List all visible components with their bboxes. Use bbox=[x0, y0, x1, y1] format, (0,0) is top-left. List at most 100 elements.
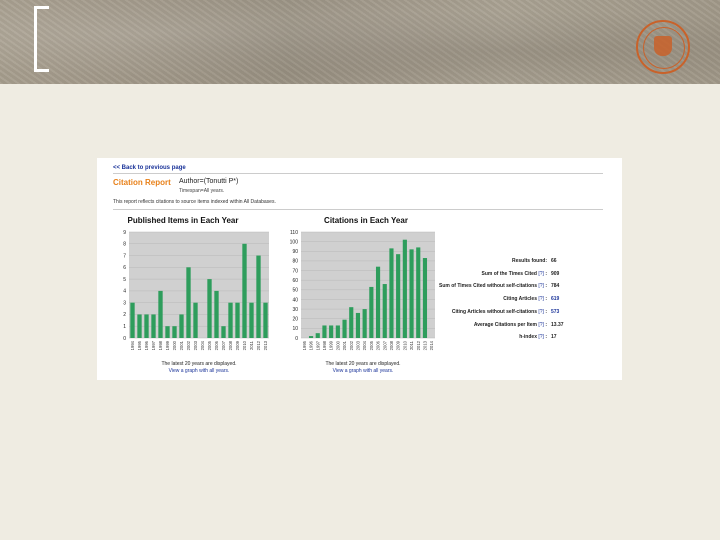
stat-value: 909 bbox=[551, 270, 560, 277]
y-tick-label: 100 bbox=[290, 239, 299, 245]
bar-2013 bbox=[263, 302, 268, 338]
x-tick-label: 2013 bbox=[263, 340, 268, 350]
x-tick-label: 2011 bbox=[409, 340, 414, 350]
y-tick-label: 110 bbox=[290, 230, 298, 236]
stat-row: Sum of Times Cited without self-citation… bbox=[427, 283, 617, 293]
y-tick-label: 50 bbox=[292, 288, 298, 294]
stat-row: Average Citations per Item [?] :13.37 bbox=[427, 322, 617, 332]
stat-label: h-index [?] : bbox=[519, 334, 547, 340]
stat-label: Results found: bbox=[512, 258, 547, 264]
bar-2009 bbox=[235, 302, 240, 338]
bar-1994 bbox=[130, 302, 135, 338]
help-link[interactable]: [?] bbox=[537, 334, 544, 340]
bar-1995 bbox=[137, 314, 142, 338]
help-link[interactable]: [?] bbox=[537, 283, 544, 289]
y-tick-label: 3 bbox=[123, 300, 126, 306]
bar-2001 bbox=[342, 319, 347, 338]
bar-2001 bbox=[179, 314, 184, 338]
x-tick-label: 2000 bbox=[335, 340, 340, 350]
bar-1999 bbox=[329, 325, 334, 338]
y-tick-label: 0 bbox=[295, 336, 298, 342]
help-link[interactable]: [?] bbox=[537, 271, 544, 277]
x-tick-label: 2010 bbox=[242, 340, 247, 350]
y-tick-label: 20 bbox=[292, 317, 298, 323]
bar-2012 bbox=[416, 247, 421, 338]
citation-report-panel: << Back to previous page Citation Report… bbox=[97, 158, 622, 380]
x-tick-label: 1998 bbox=[158, 340, 163, 350]
bar-2000 bbox=[172, 326, 177, 338]
back-link[interactable]: << Back to previous page bbox=[113, 165, 186, 171]
x-tick-label: 2012 bbox=[256, 340, 261, 350]
stat-label-text: Sum of the Times Cited bbox=[481, 270, 537, 277]
x-tick-label: 1998 bbox=[322, 340, 327, 350]
bar-2008 bbox=[228, 302, 233, 338]
colon: : bbox=[543, 308, 547, 315]
x-tick-label: 1997 bbox=[315, 340, 320, 350]
colon: : bbox=[543, 270, 547, 277]
seal-emblem-icon bbox=[654, 36, 672, 56]
bar-1999 bbox=[165, 326, 170, 338]
bar-1996 bbox=[144, 314, 149, 338]
citations-footnote: The latest 20 years are displayed. bbox=[325, 361, 401, 367]
stat-row: Results found: 66 bbox=[427, 258, 617, 268]
x-tick-label: 2003 bbox=[193, 340, 198, 350]
citations-all-years-link[interactable]: View a graph with all years. bbox=[293, 368, 433, 374]
bar-2005 bbox=[369, 286, 374, 338]
x-tick-label: 2009 bbox=[235, 340, 240, 350]
bar-2008 bbox=[389, 248, 394, 338]
bar-1997 bbox=[315, 333, 320, 338]
stat-value[interactable]: 573 bbox=[551, 309, 559, 315]
stat-label: Citing Articles [?] : bbox=[503, 296, 547, 302]
stat-row: h-index [?] : 17 bbox=[427, 334, 617, 344]
x-tick-label: 1994 bbox=[130, 340, 135, 350]
x-tick-label: 2003 bbox=[355, 340, 360, 350]
stat-value[interactable]: 619 bbox=[551, 296, 559, 302]
y-tick-label: 10 bbox=[292, 326, 298, 332]
y-tick-label: 80 bbox=[292, 259, 298, 265]
stat-label-text: Average Citations per Item bbox=[473, 321, 537, 328]
divider bbox=[113, 173, 603, 174]
report-note: This report reflects citations to source… bbox=[113, 199, 276, 205]
help-link[interactable]: [?] bbox=[537, 322, 544, 328]
bracket-decoration bbox=[34, 6, 49, 72]
divider bbox=[113, 209, 603, 210]
x-tick-label: 1997 bbox=[151, 340, 156, 350]
x-tick-label: 2004 bbox=[200, 340, 205, 350]
header-banner bbox=[0, 0, 720, 84]
y-tick-label: 40 bbox=[292, 297, 298, 303]
help-link[interactable]: [?] bbox=[537, 296, 544, 302]
stat-label-text: Citing Articles without self-citations bbox=[451, 308, 537, 315]
x-tick-label: 2007 bbox=[221, 340, 226, 350]
x-tick-label: 2000 bbox=[172, 340, 177, 350]
help-link[interactable]: [?] bbox=[537, 309, 544, 315]
university-seal-logo bbox=[636, 20, 690, 74]
x-tick-label: 1999 bbox=[165, 340, 170, 350]
y-tick-label: 8 bbox=[123, 242, 126, 248]
y-tick-label: 90 bbox=[292, 249, 298, 255]
stat-value: 17 bbox=[551, 334, 557, 341]
x-tick-label: 2005 bbox=[207, 340, 212, 350]
x-tick-label: 2002 bbox=[186, 340, 191, 350]
x-tick-label: 1996 bbox=[144, 340, 149, 350]
report-title: Citation Report bbox=[113, 178, 171, 187]
published-items-chart-title: Published Items in Each Year bbox=[127, 216, 239, 225]
plot-area bbox=[301, 232, 435, 338]
bar-2003 bbox=[193, 302, 198, 338]
bar-2003 bbox=[355, 312, 361, 338]
y-tick-label: 0 bbox=[123, 336, 126, 342]
stat-label: Citing Articles without self-citations [… bbox=[452, 309, 547, 315]
bar-2002 bbox=[349, 307, 354, 338]
bar-2006 bbox=[214, 290, 219, 338]
x-tick-label: 2006 bbox=[214, 340, 219, 350]
bar-2011 bbox=[249, 302, 254, 338]
x-tick-label: 2012 bbox=[416, 340, 421, 350]
x-tick-label: 2006 bbox=[376, 340, 381, 350]
stat-label-text: Citing Articles bbox=[503, 296, 537, 303]
report-timespan: Timespan=All years. bbox=[179, 188, 225, 194]
x-tick-label: 2008 bbox=[389, 340, 394, 350]
citations-chart-title: Citations in Each Year bbox=[324, 216, 408, 225]
stat-label-text: h-index bbox=[519, 334, 537, 341]
x-tick-label: 2004 bbox=[362, 340, 367, 350]
colon: : bbox=[543, 321, 547, 328]
published-items-all-years-link[interactable]: View a graph with all years. bbox=[129, 368, 269, 374]
